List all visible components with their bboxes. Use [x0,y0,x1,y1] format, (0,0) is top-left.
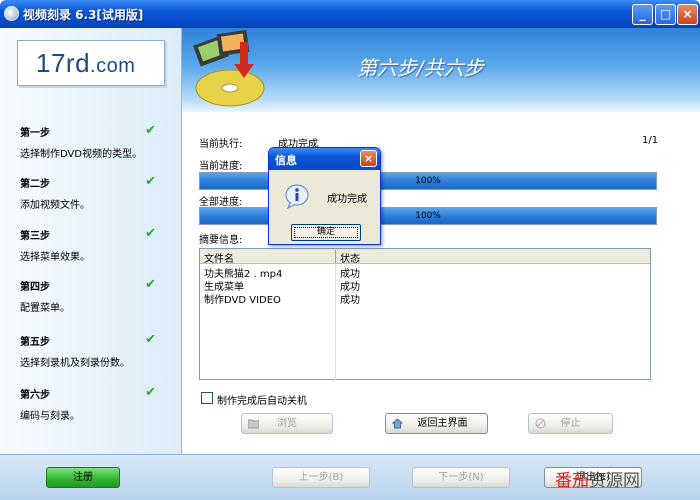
close-button[interactable]: × [677,4,698,25]
column-header-status[interactable]: 状态 [340,250,360,265]
current-task-label: 当前执行: [199,139,243,150]
return-main-label: 返回主界面 [417,418,468,429]
logo-domain: .com [90,55,136,77]
check-icon: ✔ [145,332,156,347]
check-icon: ✔ [145,277,156,292]
app-icon [4,6,19,21]
column-header-filename[interactable]: 文件名 [204,250,234,265]
cell-filename: 制作DVD VIDEO [204,295,281,306]
step-title: 第六步 [20,390,50,401]
next-step-button[interactable]: 下一步(N) [412,467,510,488]
cell-status: 成功 [340,295,360,306]
check-icon: ✔ [145,123,156,138]
step-title: 第五步 [20,337,50,348]
table-row[interactable]: 制作DVD VIDEO 成功 [200,291,650,306]
return-main-button[interactable]: 返回主界面 [385,413,488,434]
dialog-title-bar[interactable]: 信息 × [269,148,380,170]
step-desc: 选择菜单效果。 [20,252,90,263]
prev-step-button[interactable]: 上一步(B) [272,467,370,488]
watermark-red: 番茄 [555,471,589,491]
stop-icon [535,418,546,429]
auto-shutdown-label[interactable]: 制作完成后自动关机 [217,392,307,407]
check-icon: ✔ [145,226,156,241]
check-icon: ✔ [145,385,156,400]
step-desc: 选择刻录机及刻录份数。 [20,358,130,369]
step-2: 第二步 添加视频文件。 ✔ [20,174,160,211]
step-5: 第五步 选择刻录机及刻录份数。 ✔ [20,332,160,369]
register-button[interactable]: 注册 [46,467,120,488]
step-6: 第六步 编码与刻录。 ✔ [20,385,160,422]
folder-icon [248,419,259,429]
watermark: 番茄资源网 [555,466,640,491]
summary-label: 摘要信息: [199,235,243,246]
step-indicator: 第六步/共六步 [357,56,484,80]
disc-film-icon [193,30,265,107]
maximize-button[interactable]: □ [655,4,676,25]
header-banner: 第六步/共六步 [182,28,700,112]
step-1: 第一步 选择制作DVD视频的类型。 ✔ [20,123,160,160]
step-desc: 配置菜单。 [20,303,70,314]
dialog-message: 成功完成 [327,194,367,205]
browse-button[interactable]: 浏览 [241,413,333,434]
window-title: 视频刻录 6.3[试用版] [23,8,144,22]
stop-button[interactable]: 停止 [528,413,613,434]
step-title: 第二步 [20,179,50,190]
minimize-button[interactable]: _ [632,4,653,25]
dialog-close-button[interactable]: × [360,150,377,167]
home-icon [392,418,403,429]
logo: 17rd.com [17,40,165,86]
step-desc: 选择制作DVD视频的类型。 [20,149,143,160]
table-row[interactable]: 功夫熊猫2 . mp4 成功 [200,265,650,280]
table-row[interactable]: 生成菜单 成功 [200,278,650,293]
title-bar[interactable]: 视频刻录 6.3[试用版] _ □ × [0,0,700,28]
column-divider[interactable] [335,250,336,263]
step-title: 第四步 [20,282,50,293]
info-dialog[interactable]: 信息 × 成功完成 确定 [268,147,381,245]
step-3: 第三步 选择菜单效果。 ✔ [20,226,160,263]
dialog-ok-button[interactable]: 确定 [291,224,361,241]
stop-label: 停止 [560,418,581,429]
step-title: 第三步 [20,231,50,242]
total-progress-label: 全部进度: [199,197,243,208]
logo-main: 17rd [36,48,91,78]
check-icon: ✔ [145,174,156,189]
steps-sidebar: 17rd.com 第一步 选择制作DVD视频的类型。 ✔ 第二步 添加视频文件。… [0,28,182,454]
info-icon [285,184,309,209]
task-count: 1/1 [642,135,659,146]
auto-shutdown-checkbox[interactable] [201,392,213,404]
browse-label: 浏览 [277,418,297,429]
step-desc: 编码与刻录。 [20,411,80,422]
summary-table[interactable]: 文件名 状态 功夫熊猫2 . mp4 成功 生成菜单 成功 制作DVD VIDE… [199,248,651,380]
current-progress-label: 当前进度: [199,161,243,172]
watermark-gray: 资源网 [589,471,640,491]
step-title: 第一步 [20,128,50,139]
step-4: 第四步 配置菜单。 ✔ [20,277,160,314]
step-desc: 添加视频文件。 [20,200,90,211]
dialog-title: 信息 [275,154,297,167]
table-header: 文件名 状态 [200,249,650,265]
